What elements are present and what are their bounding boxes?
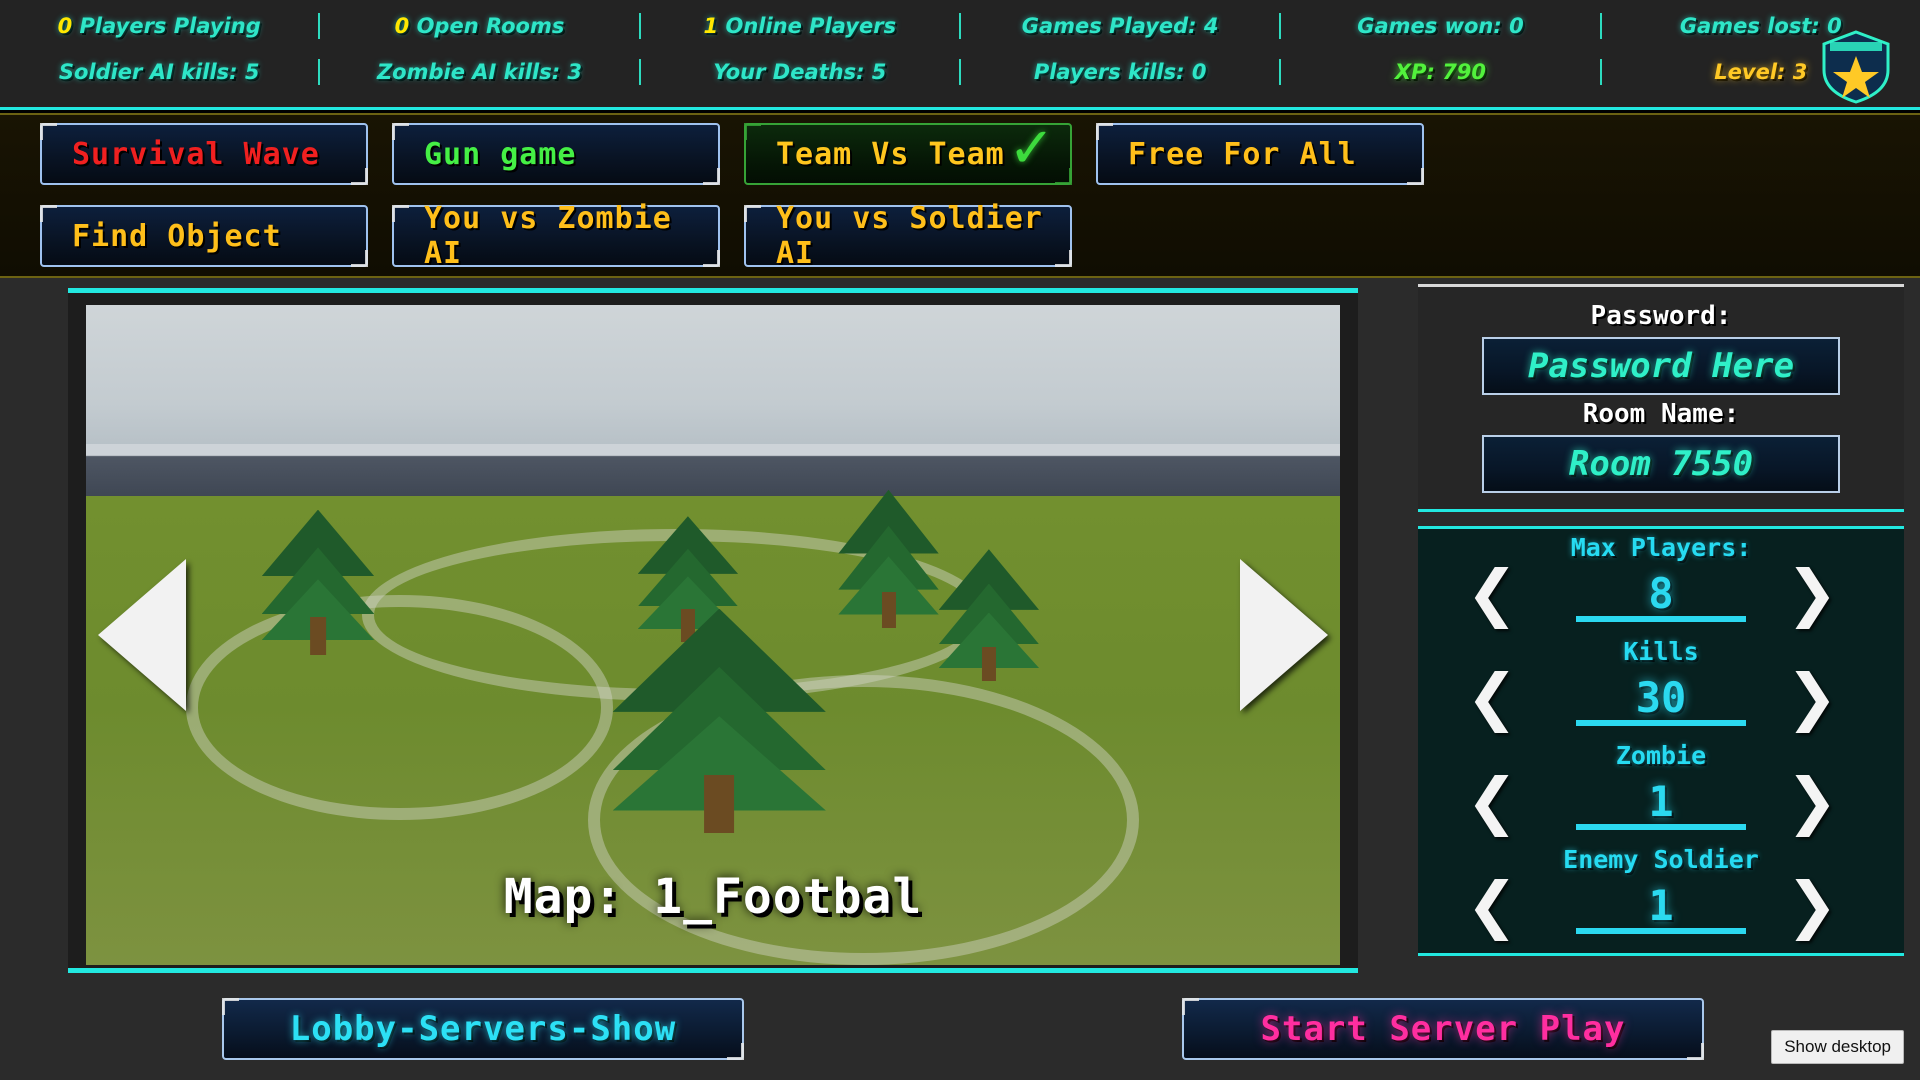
stat-open-rooms: 0 Open Rooms: [320, 14, 638, 38]
stat-open-rooms-label: Open Rooms: [409, 14, 565, 38]
stepper-row: ❮ 8 ❯: [1418, 562, 1904, 626]
room-settings-column: Password: Password Here Room Name: Room …: [1418, 284, 1904, 976]
stat-separator: [1599, 13, 1602, 39]
mode-button-find-object[interactable]: Find Object: [40, 205, 368, 267]
enemy-soldier-increment-icon[interactable]: ❯: [1786, 874, 1856, 936]
kills-increment-icon[interactable]: ❯: [1786, 666, 1856, 728]
map-preview-frame: Map: 1_Footbal: [68, 288, 1358, 973]
mode-button-label: Survival Wave: [72, 136, 320, 172]
map-next-arrow-icon[interactable]: [1240, 559, 1328, 711]
stats-bar: 0 Players Playing 0 Open Rooms 1 Online …: [0, 0, 1920, 110]
map-previous-arrow-icon[interactable]: [98, 559, 186, 711]
show-desktop-button[interactable]: Show desktop: [1771, 1030, 1904, 1064]
max-players-value: 8: [1648, 569, 1674, 618]
stat-separator: [958, 13, 961, 39]
mode-button-team-vs-team[interactable]: Team Vs Team ✓: [744, 116, 1072, 185]
stepper-row: ❮ 30 ❯: [1418, 666, 1904, 730]
zombie-decrement-icon[interactable]: ❮: [1466, 770, 1536, 832]
mode-button-you-vs-soldier-ai[interactable]: You vs Soldier AI: [744, 201, 1072, 271]
map-tree: [612, 608, 826, 833]
mode-button-survival-wave[interactable]: Survival Wave: [40, 123, 368, 185]
map-wall: [86, 443, 1340, 497]
room-name-label: Room Name:: [1582, 399, 1740, 429]
stepper-row: ❮ 1 ❯: [1418, 874, 1904, 938]
stat-online-players-value: 1: [703, 14, 719, 38]
stats-row-primary: 0 Players Playing 0 Open Rooms 1 Online …: [0, 0, 1920, 52]
stat-xp: XP: 790: [1394, 60, 1487, 84]
stat-online-players: 1 Online Players: [641, 14, 959, 38]
room-name-input[interactable]: Room 7550: [1482, 435, 1840, 493]
stepper-underline: [1576, 824, 1746, 830]
stepper-underline: [1576, 616, 1746, 622]
mode-button-label: Find Object: [72, 218, 282, 254]
enemy-soldier-decrement-icon[interactable]: ❮: [1466, 874, 1536, 936]
stat-games-played: Games Played: 4: [1021, 14, 1219, 38]
mode-button-you-vs-zombie-ai[interactable]: You vs Zombie AI: [392, 201, 720, 271]
map-tree: [938, 549, 1040, 682]
rank-badge-icon: [1820, 30, 1892, 104]
map-tree: [838, 489, 939, 629]
mode-button-label: Free For All: [1128, 136, 1357, 172]
game-mode-row-1: Survival Wave Gun game Team Vs Team ✓ Fr…: [0, 116, 1920, 201]
map-preview-image: Map: 1_Footbal: [86, 305, 1340, 965]
bottom-action-bar: Lobby-Servers-Show Start Server Play: [0, 980, 1920, 1080]
stat-separator: [318, 59, 321, 85]
room-info-panel: Password: Password Here Room Name: Room …: [1418, 284, 1904, 512]
stat-separator: [638, 13, 641, 39]
stats-row-secondary: Soldier AI kills: 5 Zombie AI kills: 3 Y…: [0, 46, 1920, 98]
setting-kills: Kills ❮ 30 ❯: [1418, 637, 1904, 741]
setting-max-players: Max Players: ❮ 8 ❯: [1418, 533, 1904, 637]
stat-open-rooms-value: 0: [394, 14, 410, 38]
mode-button-label: You vs Zombie AI: [424, 201, 672, 271]
kills-value: 30: [1635, 673, 1687, 722]
game-mode-panel: Survival Wave Gun game Team Vs Team ✓ Fr…: [0, 113, 1920, 278]
setting-zombie: Zombie ❮ 1 ❯: [1418, 741, 1904, 845]
max-players-decrement-icon[interactable]: ❮: [1466, 562, 1536, 624]
stat-players-playing-value: 0: [57, 14, 73, 38]
stat-separator: [1279, 13, 1282, 39]
stat-soldier-ai-kills: Soldier AI kills: 5: [58, 60, 260, 84]
password-label: Password:: [1590, 301, 1732, 331]
stat-separator: [1279, 59, 1282, 85]
zombie-value: 1: [1648, 777, 1674, 826]
setting-enemy-soldier: Enemy Soldier ❮ 1 ❯: [1418, 845, 1904, 949]
stepper-row: ❮ 1 ❯: [1418, 770, 1904, 834]
mode-button-label: Team Vs Team: [776, 136, 1005, 172]
enemy-soldier-value: 1: [1648, 881, 1674, 930]
max-players-increment-icon[interactable]: ❯: [1786, 562, 1856, 624]
stat-players-kills: Players kills: 0: [1033, 60, 1207, 84]
map-tree: [261, 509, 375, 655]
stat-online-players-label: Online Players: [718, 14, 897, 38]
main-content: Map: 1_Footbal Password: Password Here R…: [0, 278, 1920, 980]
stat-separator: [638, 59, 641, 85]
stepper-underline: [1576, 928, 1746, 934]
match-settings-panel: Max Players: ❮ 8 ❯ Kills ❮ 30 ❯ Zombie ❮…: [1418, 526, 1904, 956]
stat-players-playing: 0 Players Playing: [0, 14, 318, 38]
zombie-increment-icon[interactable]: ❯: [1786, 770, 1856, 832]
password-input[interactable]: Password Here: [1482, 337, 1840, 395]
stat-players-playing-label: Players Playing: [72, 14, 261, 38]
stepper-underline: [1576, 720, 1746, 726]
mode-button-free-for-all[interactable]: Free For All: [1096, 123, 1424, 185]
start-server-play-button[interactable]: Start Server Play: [1182, 998, 1704, 1060]
mode-button-label: You vs Soldier AI: [776, 201, 1043, 271]
checkmark-icon: ✓: [1008, 116, 1056, 181]
stat-separator: [1599, 59, 1602, 85]
stat-your-deaths: Your Deaths: 5: [713, 60, 887, 84]
map-name-label: Map: 1_Footbal: [503, 869, 923, 925]
stat-separator: [958, 59, 961, 85]
kills-decrement-icon[interactable]: ❮: [1466, 666, 1536, 728]
game-mode-row-2: Find Object You vs Zombie AI You vs Sold…: [0, 201, 1920, 276]
stat-separator: [318, 13, 321, 39]
mode-button-label: Gun game: [424, 136, 577, 172]
mode-button-gun-game[interactable]: Gun game: [392, 123, 720, 185]
stat-games-won: Games won: 0: [1357, 14, 1524, 38]
stat-zombie-ai-kills: Zombie AI kills: 3: [376, 60, 583, 84]
lobby-servers-show-button[interactable]: Lobby-Servers-Show: [222, 998, 744, 1060]
